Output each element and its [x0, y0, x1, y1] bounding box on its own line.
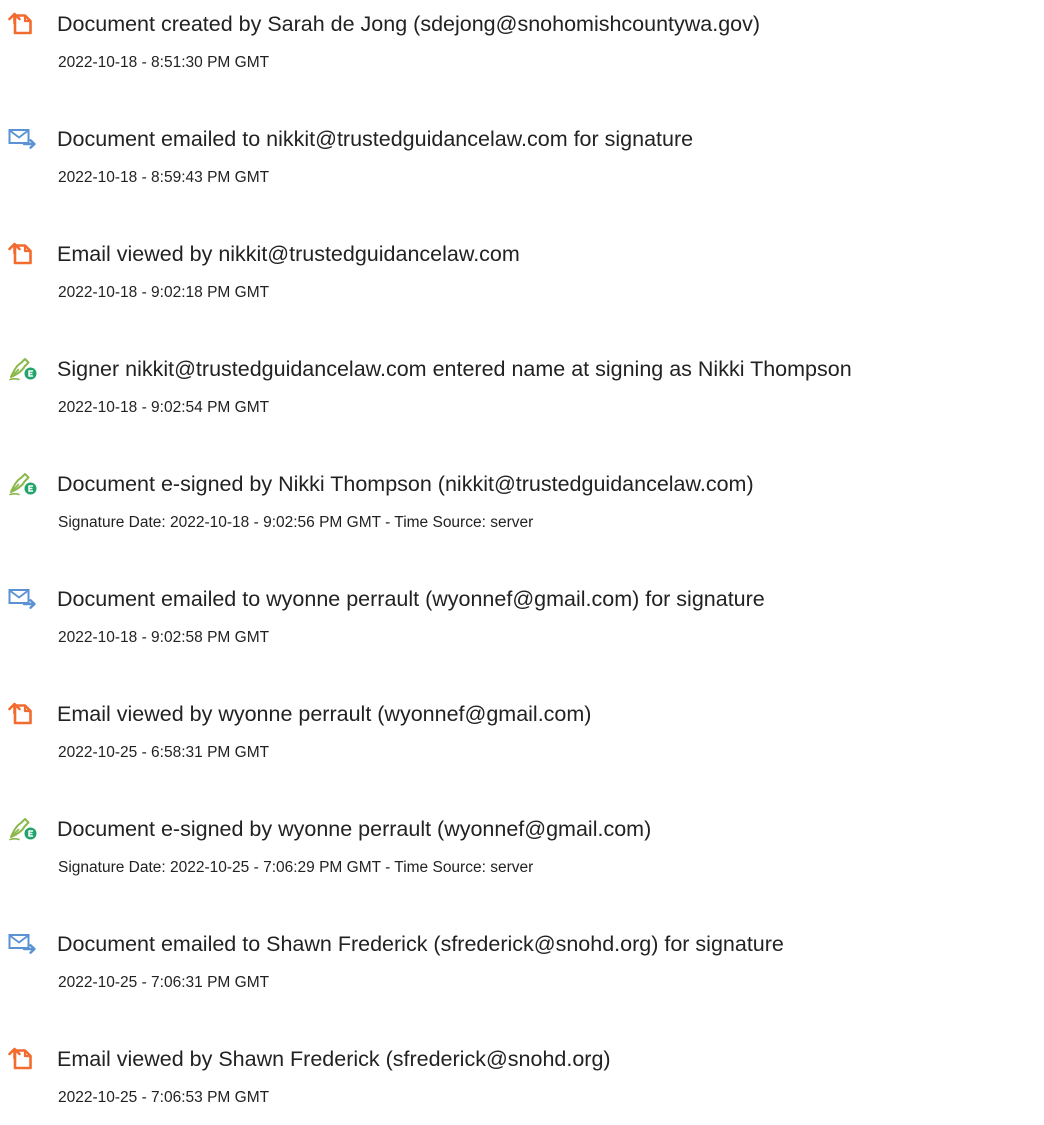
event-title: Document emailed to nikkit@trustedguidan…	[57, 127, 694, 151]
document-viewed-icon	[8, 1045, 38, 1071]
audit-event: Document emailed to wyonne perrault (wyo…	[0, 575, 1044, 665]
event-title: Email viewed by wyonne perrault (wyonnef…	[57, 702, 592, 726]
event-title: Document emailed to wyonne perrault (wyo…	[57, 587, 765, 611]
event-timestamp: 2022-10-18 - 8:51:30 PM GMT	[58, 54, 270, 71]
audit-event: Email viewed by nikkit@trustedguidancela…	[0, 230, 1044, 320]
event-title: Document e-signed by Nikki Thompson (nik…	[57, 472, 754, 496]
event-timestamp: 2022-10-18 - 9:02:18 PM GMT	[58, 284, 270, 301]
document-viewed-icon	[8, 700, 38, 726]
e-sign-pen-icon	[8, 470, 38, 496]
audit-event: Document created by Sarah de Jong (sdejo…	[0, 0, 1044, 90]
e-sign-pen-icon	[8, 815, 38, 841]
event-signature-date: Signature Date: 2022-10-18 - 9:02:56 PM …	[58, 514, 534, 531]
event-signature-date: Signature Date: 2022-10-25 - 7:06:29 PM …	[58, 859, 534, 876]
email-sent-icon	[8, 930, 38, 956]
audit-event: Email viewed by Shawn Frederick (sfreder…	[0, 1035, 1044, 1125]
audit-event: Document e-signed by wyonne perrault (wy…	[0, 805, 1044, 895]
audit-event: Document emailed to Shawn Frederick (sfr…	[0, 920, 1044, 1010]
event-title: Document created by Sarah de Jong (sdejo…	[57, 12, 761, 36]
event-title: Signer nikkit@trustedguidancelaw.com ent…	[57, 357, 852, 381]
event-timestamp: 2022-10-18 - 9:02:54 PM GMT	[58, 399, 270, 416]
event-timestamp: 2022-10-25 - 7:06:31 PM GMT	[58, 974, 270, 991]
document-created-icon	[8, 10, 38, 36]
audit-event: Signer nikkit@trustedguidancelaw.com ent…	[0, 345, 1044, 435]
audit-event: Document emailed to nikkit@trustedguidan…	[0, 115, 1044, 205]
email-sent-icon	[8, 125, 38, 151]
event-title: Document e-signed by wyonne perrault (wy…	[57, 817, 652, 841]
e-sign-pen-icon	[8, 355, 38, 381]
event-title: Email viewed by nikkit@trustedguidancela…	[57, 242, 520, 266]
event-title: Document emailed to Shawn Frederick (sfr…	[57, 932, 784, 956]
event-timestamp: 2022-10-18 - 9:02:58 PM GMT	[58, 629, 270, 646]
email-sent-icon	[8, 585, 38, 611]
document-viewed-icon	[8, 240, 38, 266]
audit-trail-list: Document created by Sarah de Jong (sdejo…	[0, 0, 1044, 1109]
audit-event: Document e-signed by Nikki Thompson (nik…	[0, 460, 1044, 550]
audit-event: Email viewed by wyonne perrault (wyonnef…	[0, 690, 1044, 780]
event-timestamp: 2022-10-25 - 6:58:31 PM GMT	[58, 744, 270, 761]
event-timestamp: 2022-10-25 - 7:06:53 PM GMT	[58, 1089, 270, 1106]
event-timestamp: 2022-10-18 - 8:59:43 PM GMT	[58, 169, 270, 186]
event-title: Email viewed by Shawn Frederick (sfreder…	[57, 1047, 611, 1071]
